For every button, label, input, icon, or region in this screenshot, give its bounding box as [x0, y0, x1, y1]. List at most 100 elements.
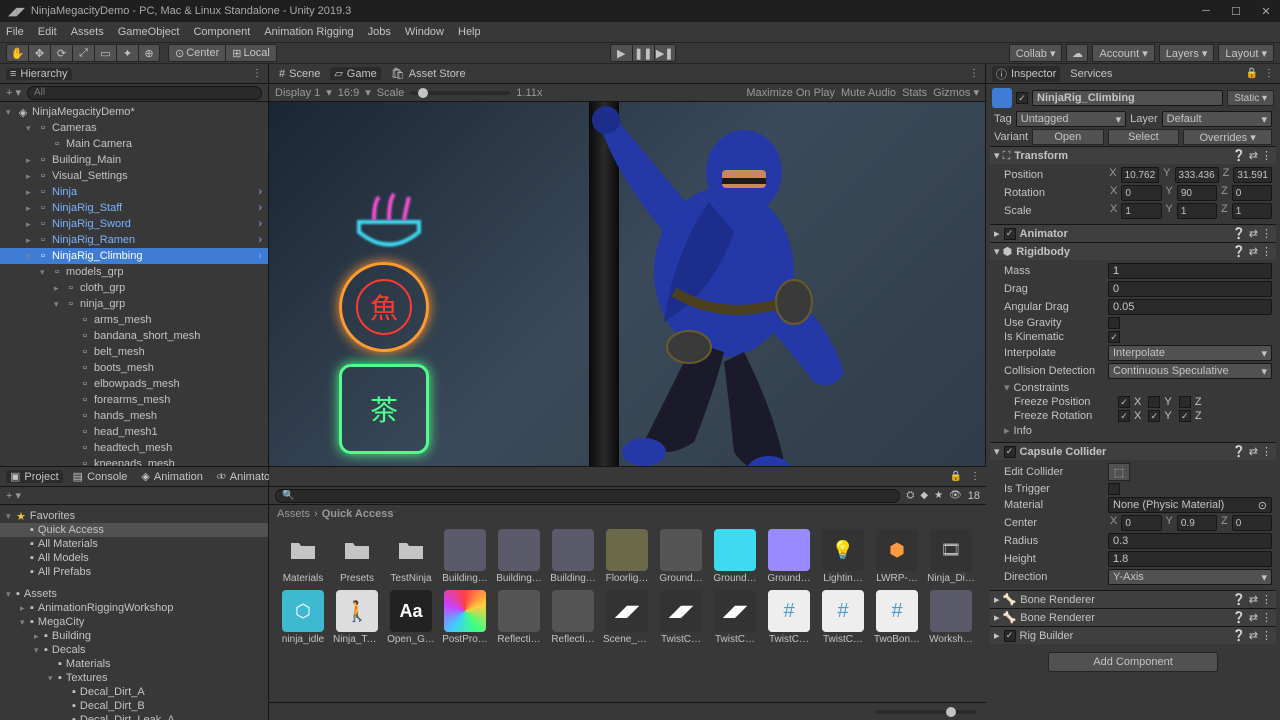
- panel-menu-icon[interactable]: ⋮: [970, 471, 980, 482]
- project-tree-item[interactable]: ▾▪Assets: [0, 587, 268, 601]
- edit-collider-button[interactable]: ⬚: [1108, 463, 1130, 481]
- stats-toggle[interactable]: Stats: [902, 87, 927, 99]
- save-search-icon[interactable]: ★: [934, 490, 943, 501]
- scale-z[interactable]: 1: [1232, 203, 1272, 219]
- asset-item[interactable]: Ground…: [657, 529, 705, 584]
- project-tree-item[interactable]: ▪Decal_Dirt_B: [0, 699, 268, 713]
- favorite-icon[interactable]: ◆: [920, 490, 928, 501]
- minimize-icon[interactable]: ─: [1200, 5, 1212, 17]
- services-tab[interactable]: Services: [1066, 68, 1116, 80]
- hierarchy-item[interactable]: ▸▫Visual_Settings: [0, 168, 268, 184]
- layer-dropdown[interactable]: Default▾: [1162, 111, 1272, 127]
- asset-item[interactable]: #TwoBon…: [873, 590, 921, 645]
- project-tree-item[interactable]: ▪Decal_Dirt_Leak_A: [0, 713, 268, 720]
- asset-item[interactable]: Presets: [333, 529, 381, 584]
- gameobject-name-input[interactable]: [1032, 90, 1223, 106]
- account-dropdown[interactable]: Account ▾: [1092, 44, 1154, 62]
- project-search[interactable]: [275, 489, 900, 503]
- scale-x[interactable]: 1: [1121, 203, 1161, 219]
- project-tree-item[interactable]: ▪Decal_Dirt_A: [0, 685, 268, 699]
- hierarchy-tab[interactable]: ≡ Hierarchy: [6, 68, 72, 80]
- radius-input[interactable]: 0.3: [1108, 533, 1272, 549]
- asset-item[interactable]: PostPro…: [441, 590, 489, 645]
- lock-icon[interactable]: 🔒: [1246, 68, 1258, 79]
- rig-builder-header[interactable]: ▸ ✓ Rig Builder❔ ⇄ ⋮: [990, 626, 1276, 644]
- is-kinematic-checkbox[interactable]: ✓: [1108, 331, 1120, 343]
- asset-item[interactable]: Floorlig…: [603, 529, 651, 584]
- menu-jobs[interactable]: Jobs: [368, 26, 391, 38]
- position-y[interactable]: 333.436: [1175, 167, 1219, 183]
- height-input[interactable]: 1.8: [1108, 551, 1272, 567]
- hierarchy-item[interactable]: ▾▫models_grp: [0, 264, 268, 280]
- breadcrumb[interactable]: Assets › Quick Access: [269, 505, 986, 523]
- project-tree-item[interactable]: ▪Quick Access: [0, 523, 268, 537]
- layers-dropdown[interactable]: Layers ▾: [1159, 44, 1215, 62]
- scene-root[interactable]: ▾◈NinjaMegacityDemo*: [0, 104, 268, 120]
- asset-item[interactable]: Building…: [549, 529, 597, 584]
- collab-dropdown[interactable]: Collab ▾: [1009, 44, 1063, 62]
- hierarchy-item[interactable]: ▸▫cloth_grp: [0, 280, 268, 296]
- custom-tool-icon[interactable]: ⊕: [138, 44, 160, 62]
- project-tree-item[interactable]: ▪Materials: [0, 657, 268, 671]
- center-z[interactable]: 0: [1232, 515, 1272, 531]
- freeze-rot-y[interactable]: ✓: [1148, 410, 1160, 422]
- hierarchy-item[interactable]: ▫Main Camera: [0, 136, 268, 152]
- cloud-icon[interactable]: ☁: [1066, 44, 1088, 62]
- rotation-z[interactable]: 0: [1232, 185, 1272, 201]
- hierarchy-item[interactable]: ▸▫NinjaRig_Staff›: [0, 200, 268, 216]
- rotation-y[interactable]: 90: [1177, 185, 1217, 201]
- select-prefab-button[interactable]: Select: [1108, 129, 1180, 145]
- hierarchy-item[interactable]: ▫belt_mesh: [0, 344, 268, 360]
- transform-tool-icon[interactable]: ✦: [116, 44, 138, 62]
- animator-component-header[interactable]: ▸ ✓ Animator❔ ⇄ ⋮: [990, 224, 1276, 242]
- freeze-pos-x[interactable]: ✓: [1118, 396, 1130, 408]
- menu-assets[interactable]: Assets: [71, 26, 104, 38]
- hierarchy-item[interactable]: ▫bandana_short_mesh: [0, 328, 268, 344]
- asset-item[interactable]: Building…: [441, 529, 489, 584]
- pivot-toggle[interactable]: ⊙Center: [168, 44, 225, 62]
- create-dropdown[interactable]: + ▾: [6, 86, 21, 99]
- asset-item[interactable]: 💡Lightin…: [819, 529, 867, 584]
- interpolate-dropdown[interactable]: Interpolate▾: [1108, 345, 1272, 361]
- asset-item[interactable]: ⬢LWRP-…: [873, 529, 921, 584]
- asset-item[interactable]: Reflecti…: [549, 590, 597, 645]
- pause-button-icon[interactable]: ❚❚: [632, 44, 654, 62]
- mute-audio[interactable]: Mute Audio: [841, 87, 896, 99]
- hierarchy-item[interactable]: ▸▫NinjaRig_Ramen›: [0, 232, 268, 248]
- hierarchy-item[interactable]: ▸▫Building_Main: [0, 152, 268, 168]
- menu-component[interactable]: Component: [193, 26, 250, 38]
- freeze-pos-y[interactable]: [1148, 396, 1160, 408]
- center-x[interactable]: 0: [1121, 515, 1161, 531]
- asset-item[interactable]: AaOpen_G…: [387, 590, 435, 645]
- collision-detection-dropdown[interactable]: Continuous Speculative▾: [1108, 363, 1272, 379]
- project-tree-item[interactable]: ▸▪Building: [0, 629, 268, 643]
- drag-input[interactable]: 0: [1108, 281, 1272, 297]
- console-tab[interactable]: ▤ Console: [69, 470, 132, 483]
- hierarchy-item[interactable]: ▫headtech_mesh: [0, 440, 268, 456]
- hierarchy-item[interactable]: ▾▫ninja_grp: [0, 296, 268, 312]
- hierarchy-item[interactable]: ▾▫NinjaRig_Climbing›: [0, 248, 268, 264]
- menu-file[interactable]: File: [6, 26, 24, 38]
- asset-item[interactable]: #TwistC…: [819, 590, 867, 645]
- project-tree-item[interactable]: ▪All Models: [0, 551, 268, 565]
- asset-item[interactable]: ◢◤Scene_N…: [603, 590, 651, 645]
- project-tree-item[interactable]: ▾▪Textures: [0, 671, 268, 685]
- hierarchy-item[interactable]: ▾▫Cameras: [0, 120, 268, 136]
- mass-input[interactable]: 1: [1108, 263, 1272, 279]
- project-folder-tree[interactable]: ▾★Favorites▪Quick Access▪All Materials▪A…: [0, 505, 268, 720]
- asset-item[interactable]: Ground…: [711, 529, 759, 584]
- project-tree-item[interactable]: ▸▪AnimationRiggingWorkshop: [0, 601, 268, 615]
- project-tree-item[interactable]: ▾▪MegaCity: [0, 615, 268, 629]
- scale-slider[interactable]: [410, 91, 510, 95]
- menu-animation-rigging[interactable]: Animation Rigging: [264, 26, 353, 38]
- capsule-collider-header[interactable]: ▾ ✓ Capsule Collider❔ ⇄ ⋮: [990, 442, 1276, 460]
- hierarchy-item[interactable]: ▫head_mesh1: [0, 424, 268, 440]
- tag-dropdown[interactable]: Untagged▾: [1016, 111, 1126, 127]
- animation-tab[interactable]: ◈ Animation: [137, 470, 206, 483]
- hierarchy-item[interactable]: ▫elbowpads_mesh: [0, 376, 268, 392]
- menu-window[interactable]: Window: [405, 26, 444, 38]
- close-icon[interactable]: ✕: [1260, 5, 1272, 17]
- asset-item[interactable]: Reflecti…: [495, 590, 543, 645]
- lock-icon[interactable]: 🔒: [950, 471, 962, 482]
- static-dropdown[interactable]: Static ▾: [1227, 90, 1274, 106]
